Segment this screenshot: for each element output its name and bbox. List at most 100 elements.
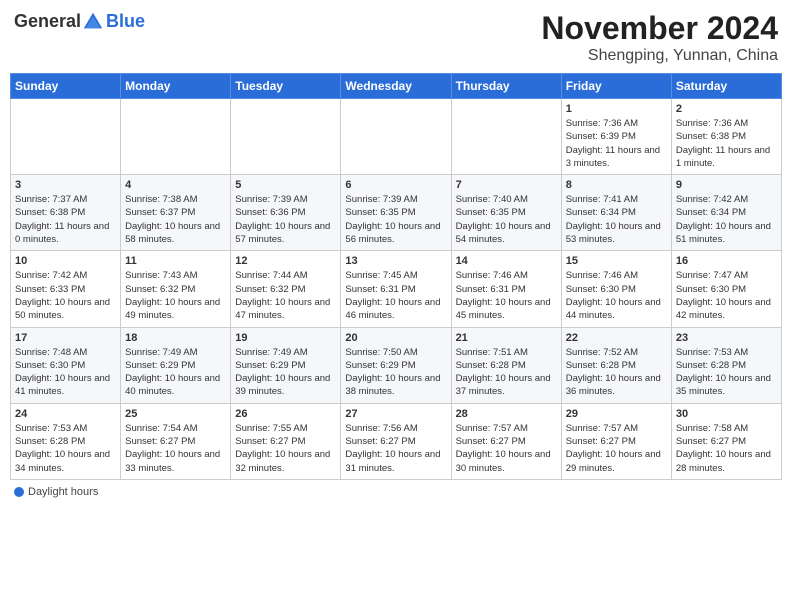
day-number: 1: [566, 103, 667, 115]
day-number: 22: [566, 332, 667, 344]
calendar-cell: 1 Sunrise: 7:36 AM Sunset: 6:39 PM Daylig…: [561, 99, 671, 175]
logo: General Blue: [14, 10, 145, 32]
day-info: Sunrise: 7:49 AM Sunset: 6:29 PM Dayligh…: [235, 346, 336, 399]
calendar-cell: 28Sunrise: 7:57 AM Sunset: 6:27 PM Dayli…: [451, 403, 561, 479]
calendar-cell: 15Sunrise: 7:46 AM Sunset: 6:30 PM Dayli…: [561, 251, 671, 327]
weekday-header: Tuesday: [231, 74, 341, 99]
day-number: 21: [456, 332, 557, 344]
calendar-cell: 11Sunrise: 7:43 AM Sunset: 6:32 PM Dayli…: [121, 251, 231, 327]
title-block: November 2024 Shengping, Yunnan, China: [541, 10, 778, 65]
day-number: 4: [125, 179, 226, 191]
calendar-cell: 7 Sunrise: 7:40 AM Sunset: 6:35 PM Daylig…: [451, 175, 561, 251]
day-number: 3: [15, 179, 116, 191]
day-info: Sunrise: 7:51 AM Sunset: 6:28 PM Dayligh…: [456, 346, 557, 399]
calendar-cell: 29Sunrise: 7:57 AM Sunset: 6:27 PM Dayli…: [561, 403, 671, 479]
day-number: 19: [235, 332, 336, 344]
day-info: Sunrise: 7:53 AM Sunset: 6:28 PM Dayligh…: [676, 346, 777, 399]
day-info: Sunrise: 7:42 AM Sunset: 6:33 PM Dayligh…: [15, 269, 116, 322]
daylight-legend-label: Daylight hours: [28, 486, 98, 498]
day-number: 15: [566, 255, 667, 267]
day-info: Sunrise: 7:49 AM Sunset: 6:29 PM Dayligh…: [125, 346, 226, 399]
day-number: 30: [676, 408, 777, 420]
day-number: 10: [15, 255, 116, 267]
weekday-header: Wednesday: [341, 74, 451, 99]
logo-icon: [82, 10, 104, 32]
day-number: 27: [345, 408, 446, 420]
day-info: Sunrise: 7:44 AM Sunset: 6:32 PM Dayligh…: [235, 269, 336, 322]
calendar-cell: 5Sunrise: 7:39 AM Sunset: 6:36 PM Daylig…: [231, 175, 341, 251]
calendar-cell: 17 Sunrise: 7:48 AM Sunset: 6:30 PM Dayli…: [11, 327, 121, 403]
day-number: 6: [345, 179, 446, 191]
calendar-cell: 19 Sunrise: 7:49 AM Sunset: 6:29 PM Dayli…: [231, 327, 341, 403]
day-number: 18: [125, 332, 226, 344]
calendar-cell: [11, 99, 121, 175]
calendar-week-row: 3 Sunrise: 7:37 AM Sunset: 6:38 PM Daylig…: [11, 175, 782, 251]
weekday-header: Saturday: [671, 74, 781, 99]
day-number: 7: [456, 179, 557, 191]
calendar-table: SundayMondayTuesdayWednesdayThursdayFrid…: [10, 73, 782, 480]
day-number: 2: [676, 103, 777, 115]
day-info: Sunrise: 7:47 AM Sunset: 6:30 PM Dayligh…: [676, 269, 777, 322]
day-info: Sunrise: 7:40 AM Sunset: 6:35 PM Dayligh…: [456, 193, 557, 246]
calendar-cell: 12 Sunrise: 7:44 AM Sunset: 6:32 PM Dayli…: [231, 251, 341, 327]
day-info: Sunrise: 7:53 AM Sunset: 6:28 PM Dayligh…: [15, 422, 116, 475]
calendar-cell: 24 Sunrise: 7:53 AM Sunset: 6:28 PM Dayli…: [11, 403, 121, 479]
day-info: Sunrise: 7:36 AM Sunset: 6:39 PM Dayligh…: [566, 117, 667, 170]
day-info: Sunrise: 7:39 AM Sunset: 6:35 PM Dayligh…: [345, 193, 446, 246]
calendar-cell: 9Sunrise: 7:42 AM Sunset: 6:34 PM Daylig…: [671, 175, 781, 251]
daylight-legend-dot: [14, 487, 24, 497]
calendar-cell: 14 Sunrise: 7:46 AM Sunset: 6:31 PM Dayli…: [451, 251, 561, 327]
day-number: 20: [345, 332, 446, 344]
weekday-header: Sunday: [11, 74, 121, 99]
calendar-cell: [121, 99, 231, 175]
day-info: Sunrise: 7:52 AM Sunset: 6:28 PM Dayligh…: [566, 346, 667, 399]
day-info: Sunrise: 7:48 AM Sunset: 6:30 PM Dayligh…: [15, 346, 116, 399]
day-info: Sunrise: 7:41 AM Sunset: 6:34 PM Dayligh…: [566, 193, 667, 246]
calendar-cell: 26Sunrise: 7:55 AM Sunset: 6:27 PM Dayli…: [231, 403, 341, 479]
calendar-cell: 30 Sunrise: 7:58 AM Sunset: 6:27 PM Dayli…: [671, 403, 781, 479]
day-info: Sunrise: 7:36 AM Sunset: 6:38 PM Dayligh…: [676, 117, 777, 170]
calendar-cell: 25Sunrise: 7:54 AM Sunset: 6:27 PM Dayli…: [121, 403, 231, 479]
calendar-cell: 20 Sunrise: 7:50 AM Sunset: 6:29 PM Dayli…: [341, 327, 451, 403]
day-number: 14: [456, 255, 557, 267]
day-number: 9: [676, 179, 777, 191]
day-number: 29: [566, 408, 667, 420]
calendar-week-row: 1 Sunrise: 7:36 AM Sunset: 6:39 PM Daylig…: [11, 99, 782, 175]
calendar-cell: 18 Sunrise: 7:49 AM Sunset: 6:29 PM Dayli…: [121, 327, 231, 403]
day-number: 13: [345, 255, 446, 267]
calendar-week-row: 17 Sunrise: 7:48 AM Sunset: 6:30 PM Dayli…: [11, 327, 782, 403]
day-number: 26: [235, 408, 336, 420]
day-info: Sunrise: 7:37 AM Sunset: 6:38 PM Dayligh…: [15, 193, 116, 246]
calendar-cell: 4Sunrise: 7:38 AM Sunset: 6:37 PM Daylig…: [121, 175, 231, 251]
day-number: 23: [676, 332, 777, 344]
page-header: General Blue November 2024 Shengping, Yu…: [10, 10, 782, 65]
calendar-cell: 2 Sunrise: 7:36 AM Sunset: 6:38 PM Daylig…: [671, 99, 781, 175]
day-number: 24: [15, 408, 116, 420]
calendar-header-row: SundayMondayTuesdayWednesdayThursdayFrid…: [11, 74, 782, 99]
weekday-header: Thursday: [451, 74, 561, 99]
day-info: Sunrise: 7:46 AM Sunset: 6:31 PM Dayligh…: [456, 269, 557, 322]
calendar-cell: [231, 99, 341, 175]
day-info: Sunrise: 7:58 AM Sunset: 6:27 PM Dayligh…: [676, 422, 777, 475]
calendar-cell: 23 Sunrise: 7:53 AM Sunset: 6:28 PM Dayli…: [671, 327, 781, 403]
day-number: 8: [566, 179, 667, 191]
weekday-header: Monday: [121, 74, 231, 99]
day-number: 12: [235, 255, 336, 267]
calendar-week-row: 10 Sunrise: 7:42 AM Sunset: 6:33 PM Dayli…: [11, 251, 782, 327]
legend: Daylight hours: [10, 486, 782, 498]
calendar-cell: 6 Sunrise: 7:39 AM Sunset: 6:35 PM Daylig…: [341, 175, 451, 251]
logo-general: General: [14, 11, 81, 32]
calendar-cell: 27 Sunrise: 7:56 AM Sunset: 6:27 PM Dayli…: [341, 403, 451, 479]
day-info: Sunrise: 7:50 AM Sunset: 6:29 PM Dayligh…: [345, 346, 446, 399]
day-info: Sunrise: 7:39 AM Sunset: 6:36 PM Dayligh…: [235, 193, 336, 246]
calendar-cell: 8 Sunrise: 7:41 AM Sunset: 6:34 PM Daylig…: [561, 175, 671, 251]
day-number: 28: [456, 408, 557, 420]
calendar-week-row: 24 Sunrise: 7:53 AM Sunset: 6:28 PM Dayli…: [11, 403, 782, 479]
calendar-cell: [451, 99, 561, 175]
page-title: November 2024: [541, 10, 778, 47]
calendar-cell: 22 Sunrise: 7:52 AM Sunset: 6:28 PM Dayli…: [561, 327, 671, 403]
day-number: 17: [15, 332, 116, 344]
day-info: Sunrise: 7:56 AM Sunset: 6:27 PM Dayligh…: [345, 422, 446, 475]
calendar-cell: 21 Sunrise: 7:51 AM Sunset: 6:28 PM Dayli…: [451, 327, 561, 403]
calendar-cell: 10 Sunrise: 7:42 AM Sunset: 6:33 PM Dayli…: [11, 251, 121, 327]
